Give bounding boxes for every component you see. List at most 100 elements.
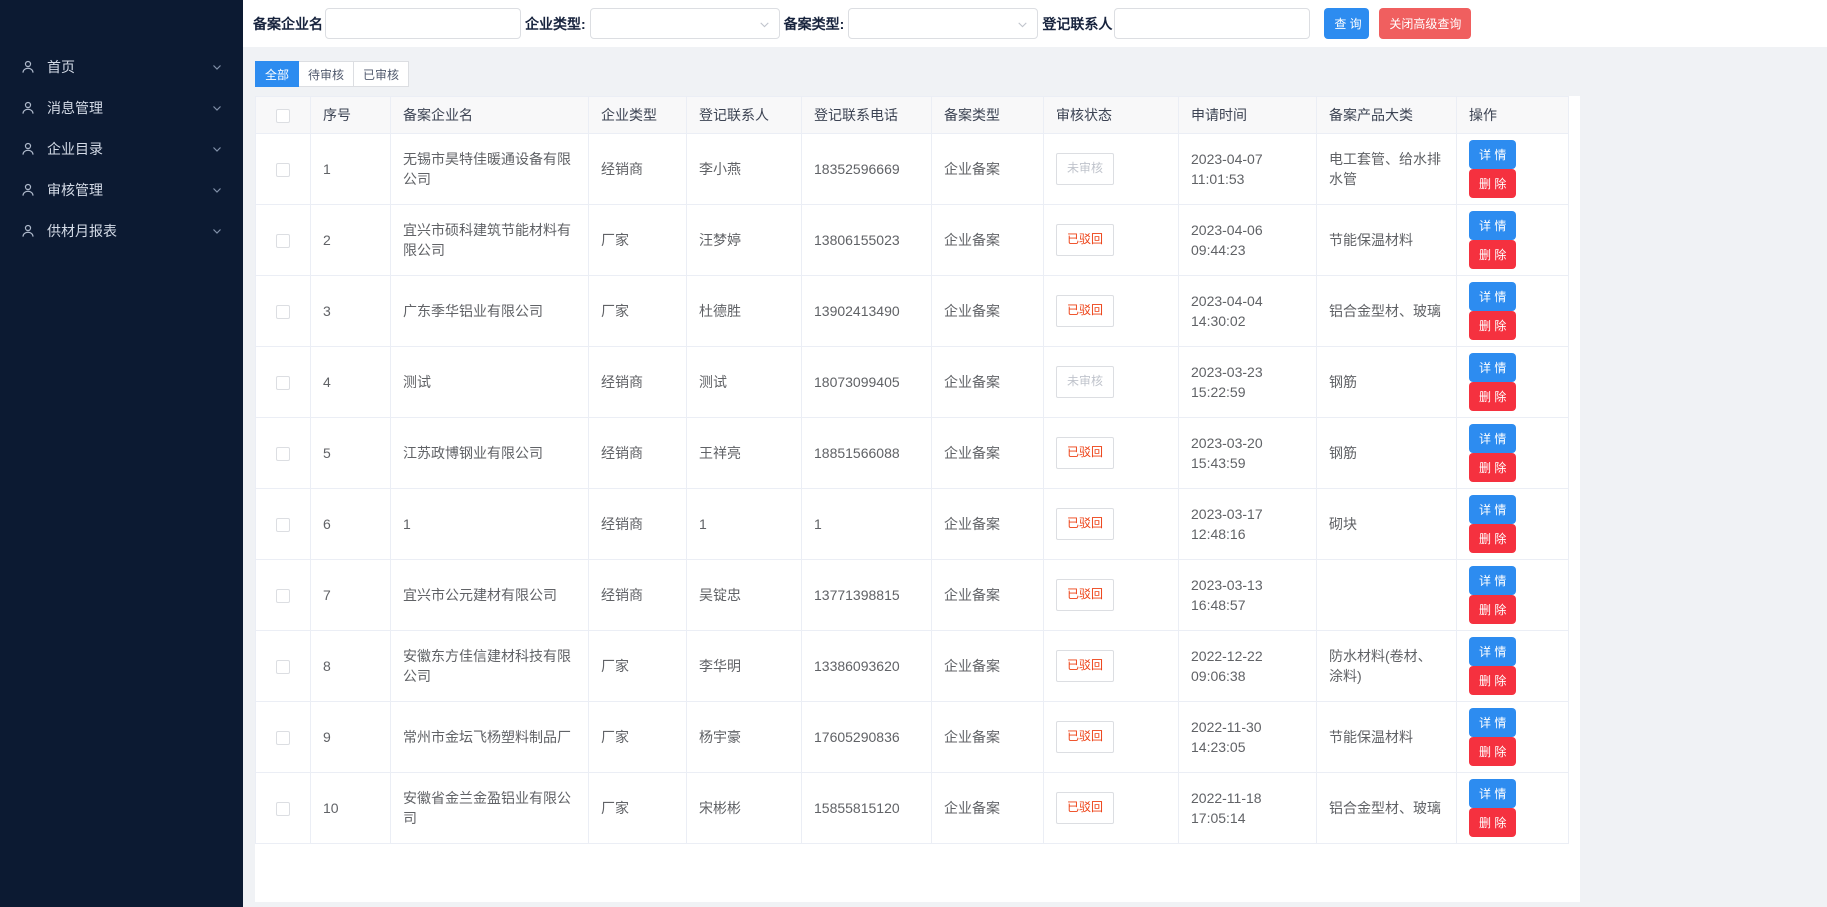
status-badge: 未审核: [1056, 153, 1114, 184]
delete-button[interactable]: 删 除: [1469, 808, 1516, 837]
enterprise-type-select[interactable]: [590, 8, 780, 39]
row-enterprise-type: 经销商: [589, 418, 687, 489]
row-enterprise-type: 厂家: [589, 205, 687, 276]
row-contact: 李华明: [687, 631, 802, 702]
detail-button[interactable]: 详 情: [1469, 495, 1516, 524]
status-tabs: 全部 待审核 已审核: [255, 61, 1827, 87]
sidebar-item[interactable]: 企业目录: [0, 128, 243, 169]
row-index: 1: [311, 134, 391, 205]
detail-button[interactable]: 详 情: [1469, 282, 1516, 311]
column-header: 申请时间: [1179, 97, 1317, 134]
detail-button[interactable]: 详 情: [1469, 708, 1516, 737]
row-checkbox[interactable]: [276, 234, 290, 248]
delete-button[interactable]: 删 除: [1469, 311, 1516, 340]
row-contact: 吴锭忠: [687, 560, 802, 631]
row-checkbox[interactable]: [276, 660, 290, 674]
delete-button[interactable]: 删 除: [1469, 737, 1516, 766]
sidebar-item[interactable]: 审核管理: [0, 169, 243, 210]
delete-button[interactable]: 删 除: [1469, 382, 1516, 411]
row-company: 常州市金坛飞杨塑料制品厂: [391, 702, 589, 773]
row-company: 1: [391, 489, 589, 560]
row-apply-time: 2022-11-18 17:05:14: [1179, 773, 1317, 844]
column-header: 企业类型: [589, 97, 687, 134]
contact-filter-input[interactable]: [1114, 8, 1310, 39]
row-contact: 1: [687, 489, 802, 560]
row-checkbox[interactable]: [276, 589, 290, 603]
table-row: 6 1 经销商 1 1 企业备案 已驳回 2023-03-17 12:48:16…: [256, 489, 1569, 560]
row-contact: 宋彬彬: [687, 773, 802, 844]
detail-button[interactable]: 详 情: [1469, 566, 1516, 595]
sidebar: 首页 消息管理: [0, 0, 243, 907]
detail-button[interactable]: 详 情: [1469, 424, 1516, 453]
row-product-category: 铝合金型材、玻璃: [1317, 276, 1457, 347]
row-apply-time: 2023-04-07 11:01:53: [1179, 134, 1317, 205]
sidebar-item[interactable]: 首页: [0, 46, 243, 87]
row-apply-time: 2023-03-17 12:48:16: [1179, 489, 1317, 560]
detail-button[interactable]: 详 情: [1469, 353, 1516, 382]
row-checkbox[interactable]: [276, 518, 290, 532]
row-company: 江苏政博钢业有限公司: [391, 418, 589, 489]
row-enterprise-type: 厂家: [589, 773, 687, 844]
filing-type-select[interactable]: [848, 8, 1038, 39]
detail-button[interactable]: 详 情: [1469, 779, 1516, 808]
detail-button[interactable]: 详 情: [1469, 211, 1516, 240]
row-apply-time: 2023-03-23 15:22:59: [1179, 347, 1317, 418]
row-apply-time: 2023-04-06 09:44:23: [1179, 205, 1317, 276]
select-all-checkbox[interactable]: [276, 109, 290, 123]
table-row: 9 常州市金坛飞杨塑料制品厂 厂家 杨宇豪 17605290836 企业备案 已…: [256, 702, 1569, 773]
detail-button[interactable]: 详 情: [1469, 140, 1516, 169]
row-checkbox[interactable]: [276, 731, 290, 745]
delete-button[interactable]: 删 除: [1469, 524, 1516, 553]
status-badge: 已驳回: [1056, 437, 1114, 468]
row-checkbox[interactable]: [276, 447, 290, 461]
row-checkbox[interactable]: [276, 163, 290, 177]
column-header: 登记联系电话: [802, 97, 932, 134]
row-filing-type: 企业备案: [932, 418, 1044, 489]
row-company: 安徽东方佳信建材科技有限公司: [391, 631, 589, 702]
row-filing-type: 企业备案: [932, 631, 1044, 702]
row-contact: 李小燕: [687, 134, 802, 205]
column-header: 登记联系人: [687, 97, 802, 134]
row-phone: 17605290836: [802, 702, 932, 773]
detail-button[interactable]: 详 情: [1469, 637, 1516, 666]
filing-type-filter-label: 备案类型:: [784, 14, 845, 34]
close-advanced-search-button[interactable]: 关闭高级查询: [1379, 8, 1471, 39]
status-tab[interactable]: 全部: [255, 61, 299, 87]
filter-bar: 备案企业名 企业类型: 备案类型: 登记联系人 查 询 关闭高级查询: [243, 0, 1827, 47]
row-apply-time: 2022-11-30 14:23:05: [1179, 702, 1317, 773]
delete-button[interactable]: 删 除: [1469, 240, 1516, 269]
table-row: 8 安徽东方佳信建材科技有限公司 厂家 李华明 13386093620 企业备案…: [256, 631, 1569, 702]
row-filing-type: 企业备案: [932, 773, 1044, 844]
company-filter-input[interactable]: [325, 8, 521, 39]
delete-button[interactable]: 删 除: [1469, 666, 1516, 695]
row-contact: 王祥亮: [687, 418, 802, 489]
delete-button[interactable]: 删 除: [1469, 595, 1516, 624]
row-company: 无锡市昊特佳暖通设备有限公司: [391, 134, 589, 205]
row-phone: 13386093620: [802, 631, 932, 702]
chevron-down-icon: [211, 61, 223, 73]
records-table: 序号备案企业名企业类型登记联系人登记联系电话备案类型审核状态申请时间备案产品大类…: [255, 96, 1569, 844]
header-checkbox-cell: [256, 97, 311, 134]
delete-button[interactable]: 删 除: [1469, 169, 1516, 198]
row-filing-type: 企业备案: [932, 560, 1044, 631]
row-checkbox[interactable]: [276, 376, 290, 390]
table-panel: 序号备案企业名企业类型登记联系人登记联系电话备案类型审核状态申请时间备案产品大类…: [255, 96, 1580, 902]
row-checkbox[interactable]: [276, 802, 290, 816]
search-button[interactable]: 查 询: [1324, 8, 1369, 39]
status-tab[interactable]: 已审核: [353, 61, 409, 87]
sidebar-item[interactable]: 消息管理: [0, 87, 243, 128]
delete-button[interactable]: 删 除: [1469, 453, 1516, 482]
status-tab[interactable]: 待审核: [298, 61, 354, 87]
row-enterprise-type: 厂家: [589, 702, 687, 773]
row-filing-type: 企业备案: [932, 134, 1044, 205]
row-product-category: 节能保温材料: [1317, 702, 1457, 773]
row-checkbox[interactable]: [276, 305, 290, 319]
row-phone: 13771398815: [802, 560, 932, 631]
status-badge: 已驳回: [1056, 508, 1114, 539]
row-index: 9: [311, 702, 391, 773]
sidebar-item-label: 消息管理: [47, 98, 211, 118]
status-badge: 已驳回: [1056, 579, 1114, 610]
row-product-category: 电工套管、给水排水管: [1317, 134, 1457, 205]
table-body: 1 无锡市昊特佳暖通设备有限公司 经销商 李小燕 18352596669 企业备…: [256, 134, 1569, 844]
sidebar-item[interactable]: 供材月报表: [0, 210, 243, 251]
